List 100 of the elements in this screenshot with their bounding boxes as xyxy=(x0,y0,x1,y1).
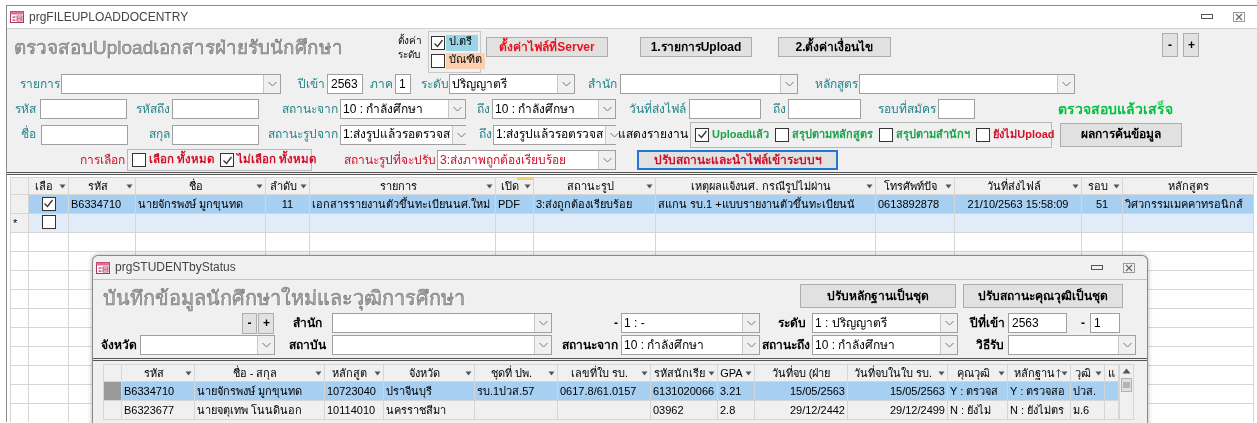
dropdown-field[interactable] xyxy=(332,313,552,333)
column-header[interactable]: ลำดับ xyxy=(265,177,310,195)
column-header[interactable]: ชื่อ - สกุล xyxy=(194,364,325,382)
column-header[interactable]: วันที่จบ (ฝ่าย xyxy=(754,364,848,382)
action-button[interactable]: + xyxy=(258,312,274,334)
checkbox[interactable] xyxy=(41,196,56,211)
column-header[interactable]: รหัส xyxy=(121,364,195,382)
chevron-down-icon[interactable] xyxy=(608,130,620,139)
column-header[interactable]: เหตุผลแจ้งนศ. กรณีรูปไม่ผ่าน xyxy=(655,177,876,195)
dropdown-arrow-icon[interactable] xyxy=(524,184,531,189)
text-field[interactable]: 1 xyxy=(395,74,411,94)
column-header[interactable]: เปิด xyxy=(495,177,534,195)
column-header[interactable]: เลขที่ใบ รบ. xyxy=(557,364,651,382)
dropdown-field[interactable] xyxy=(332,335,552,355)
text-field[interactable] xyxy=(40,99,127,119)
checkbox[interactable] xyxy=(431,36,445,50)
column-header[interactable]: รายการ xyxy=(309,177,496,195)
dropdown-field[interactable]: 10 : กำลังศึกษา xyxy=(340,99,466,119)
column-header[interactable]: เลือ xyxy=(28,177,69,195)
text-field[interactable] xyxy=(788,99,861,119)
column-header[interactable]: วันที่ส่งไฟล์ xyxy=(954,177,1082,195)
column-header[interactable]: ชุดที่ ปพ. xyxy=(474,364,558,382)
column-header[interactable]: สถานะรูป xyxy=(533,177,656,195)
dropdown-arrow-icon[interactable] xyxy=(998,371,1005,376)
column-header[interactable]: จังหวัด xyxy=(383,364,475,382)
dropdown-arrow-icon[interactable] xyxy=(315,371,322,376)
dropdown-field[interactable]: 3:ส่งภาพถูกต้องเรียบร้อย xyxy=(437,150,616,170)
minimize-icon[interactable] xyxy=(1091,264,1103,271)
dropdown-field[interactable]: 1 : - xyxy=(621,313,760,333)
column-header[interactable]: รหัส xyxy=(68,177,136,195)
column-header[interactable]: คุณวุฒิ xyxy=(947,364,1008,382)
dropdown-arrow-icon[interactable] xyxy=(185,371,192,376)
checkbox[interactable] xyxy=(695,127,709,142)
dropdown-field[interactable] xyxy=(140,335,275,355)
table-row[interactable]: B6334710 นายจักรพงษ์ มูกขุนทด 10723040 ปราจีนบุรี รบ.1ปวส.57 0617.8/61.0157 6131020066 3.21 15/05/2563 15/05/2563 Y : ตรวจส Y : ตรวจสอ ปวส. xyxy=(103,381,1119,401)
checkbox[interactable] xyxy=(431,54,445,68)
text-field[interactable] xyxy=(689,99,761,119)
dropdown-arrow-icon[interactable] xyxy=(1072,184,1079,189)
scroll-thumb[interactable] xyxy=(1121,378,1132,392)
dropdown-arrow-icon[interactable] xyxy=(1095,371,1102,376)
table-row[interactable]: * xyxy=(10,213,1254,233)
dropdown-field[interactable] xyxy=(859,74,1075,94)
scrollbar[interactable] xyxy=(1119,364,1134,420)
table-row[interactable]: B6334710 นายจักรพงษ์ มูกขุนทด 11 เอกสารรายงานตัวขึ้นทะเบียนนศ.ใหม่ PDF 3:ส่งถูกต้องเรียบร้อย สแกน รบ.1 +แบบรายงานตัวขึ้นทะเบียนนั 0613892878 21/10/2563 15:58:09 51 วิศวกรรมเมคคาทรอนิกส์ xyxy=(10,194,1254,214)
action-button[interactable]: 2.ตั้งค่าเงื่อนไข xyxy=(778,37,891,57)
dropdown-field[interactable] xyxy=(61,74,281,94)
column-header[interactable]: GPA xyxy=(717,364,755,382)
column-header[interactable]: วุฒิ xyxy=(1070,364,1105,382)
checkbox[interactable] xyxy=(220,153,235,167)
dropdown-arrow-icon[interactable] xyxy=(866,184,873,189)
column-header[interactable]: รหัสนักเรีย xyxy=(650,364,718,382)
action-button[interactable]: ปรับสถานะและนำไฟล์เข้าระบบฯ xyxy=(637,150,838,170)
dropdown-field[interactable] xyxy=(620,74,798,94)
dropdown-arrow-icon[interactable] xyxy=(708,371,715,376)
checkbox[interactable] xyxy=(41,214,56,229)
column-header[interactable]: ชื่อ xyxy=(135,177,266,195)
action-button[interactable]: ปรับหลักฐานเป็นชุด xyxy=(800,284,956,308)
column-header[interactable]: หลักสูต xyxy=(324,364,384,382)
minimize-icon[interactable] xyxy=(1201,14,1213,20)
dropdown-arrow-icon[interactable] xyxy=(548,371,555,376)
action-button[interactable]: + xyxy=(1183,33,1199,57)
column-header[interactable]: หลักสูตร xyxy=(1122,177,1254,195)
dropdown-arrow-icon[interactable] xyxy=(945,184,952,189)
column-header[interactable]: โทรศัพท์ปัจ xyxy=(875,177,955,195)
dropdown-arrow-icon[interactable] xyxy=(300,184,307,189)
dropdown-arrow-icon[interactable] xyxy=(465,371,472,376)
checkbox[interactable] xyxy=(976,127,991,142)
dropdown-field[interactable]: 10 : กำลังศึกษา xyxy=(492,99,616,119)
dropdown-field[interactable]: 10 : กำลังศึกษา xyxy=(621,335,760,355)
text-field[interactable]: 2563 xyxy=(1008,313,1067,333)
column-header[interactable]: รอบ xyxy=(1081,177,1123,195)
table-row[interactable]: B6323677 นายจตุเทพ โนนดินอก 10114010 นครราชสีมา 03962 2.8 29/12/2442 29/12/2499 N : ยังไม่ N : ยังไม่ตร ม.6 xyxy=(103,400,1119,420)
dropdown-arrow-icon[interactable] xyxy=(486,184,493,189)
action-button[interactable]: ผลการค้นข้อมูล xyxy=(1060,122,1182,147)
text-field[interactable] xyxy=(938,99,975,119)
dropdown-field[interactable]: 1:ส่งรูปแล้วรอตรวจส xyxy=(340,124,466,145)
text-field[interactable]: 2563 xyxy=(327,74,363,94)
dropdown-arrow-icon[interactable] xyxy=(641,371,648,376)
dropdown-field[interactable]: 10 : กำลังศึกษา xyxy=(812,335,958,355)
dropdown-arrow-icon[interactable] xyxy=(646,184,653,189)
dropdown-arrow-icon[interactable] xyxy=(126,184,133,189)
dropdown-arrow-icon[interactable] xyxy=(938,371,945,376)
dropdown-arrow-icon[interactable] xyxy=(1061,371,1068,376)
text-field[interactable] xyxy=(41,124,128,145)
dropdown-field[interactable]: ปริญญาตรี xyxy=(449,74,575,94)
scroll-up-icon[interactable] xyxy=(1122,368,1131,374)
dropdown-arrow-icon[interactable] xyxy=(745,371,752,376)
dropdown-arrow-icon[interactable] xyxy=(374,371,381,376)
action-button[interactable]: - xyxy=(242,312,257,334)
text-field[interactable] xyxy=(172,99,259,119)
checkbox[interactable] xyxy=(775,127,790,142)
checkbox[interactable] xyxy=(132,153,146,167)
column-header[interactable]: วันที่จบในใบ รบ. xyxy=(847,364,948,382)
dropdown-arrow-icon[interactable] xyxy=(1113,184,1120,189)
close-icon[interactable] xyxy=(1233,12,1245,22)
dropdown-field[interactable]: 1 : ปริญญาตรี xyxy=(812,313,958,333)
close-icon[interactable] xyxy=(1123,262,1135,273)
dropdown-field[interactable] xyxy=(1008,335,1136,355)
text-field[interactable] xyxy=(172,124,259,145)
action-button[interactable]: 1.รายการUpload xyxy=(640,37,752,57)
